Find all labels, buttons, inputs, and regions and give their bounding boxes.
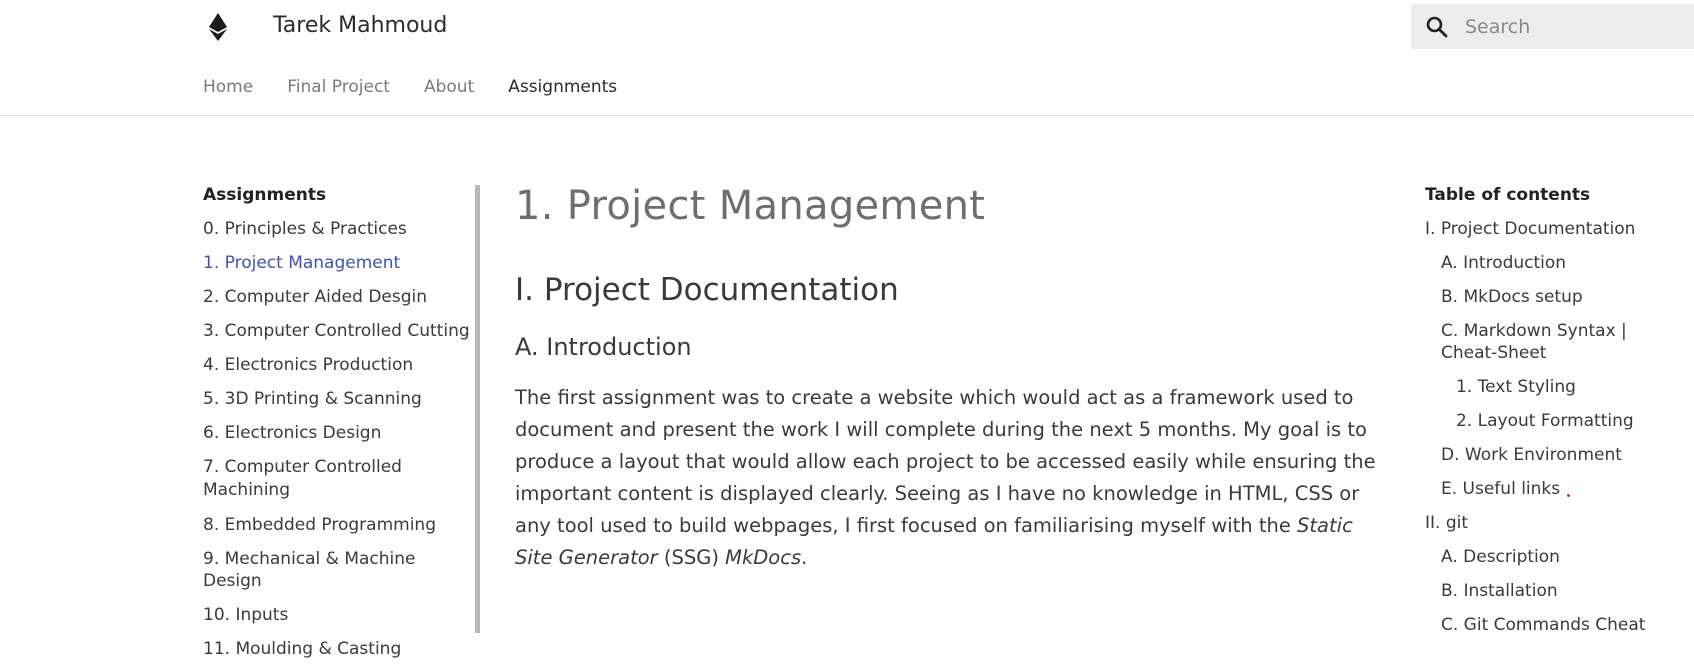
ethereum-icon[interactable] (205, 13, 231, 41)
toc-item-installation[interactable]: B. Installation (1425, 580, 1694, 602)
toc-item-markdown-syntax[interactable]: C. Markdown Syntax | Cheat-Sheet (1425, 320, 1655, 364)
toc-item-git[interactable]: II. git (1425, 512, 1694, 534)
tab-assignments[interactable]: Assignments (508, 76, 617, 98)
toc-item-work-environment[interactable]: D. Work Environment (1425, 444, 1694, 466)
search-box[interactable] (1411, 4, 1694, 49)
sidebar-item-moulding-casting[interactable]: 11. Moulding & Casting (203, 638, 473, 660)
sidebar-item-computer-controlled-machining[interactable]: 7. Computer Controlled Machining (203, 456, 433, 502)
paragraph-text: (SSG) (657, 546, 726, 569)
toc-heading: Table of contents (1425, 185, 1591, 205)
sidebar-item-principles-practices[interactable]: 0. Principles & Practices (203, 218, 473, 240)
sidebar-item-mechanical-machine-design[interactable]: 9. Mechanical & Machine Design (203, 548, 473, 592)
paragraph-text: . (801, 546, 808, 569)
sidebar-item-electronics-production[interactable]: 4. Electronics Production (203, 354, 473, 376)
cursor-dot (1567, 494, 1570, 497)
sidebar-item-computer-controlled-cutting[interactable]: 3. Computer Controlled Cutting (203, 320, 473, 342)
toc-item-project-documentation[interactable]: I. Project Documentation (1425, 218, 1694, 240)
toc-item-useful-links[interactable]: E. Useful links (1425, 478, 1694, 500)
tab-about[interactable]: About (424, 76, 474, 98)
table-of-contents: Table of contents I. Project Documentati… (1425, 184, 1694, 648)
toc-item-introduction[interactable]: A. Introduction (1425, 252, 1694, 274)
tab-home[interactable]: Home (203, 76, 253, 98)
sidebar-item-electronics-design[interactable]: 6. Electronics Design (203, 422, 473, 444)
sidebar-item-3d-printing-scanning[interactable]: 5. 3D Printing & Scanning (203, 388, 473, 410)
site-header: Tarek Mahmoud Home Final Project About A… (0, 0, 1694, 116)
search-input[interactable] (1465, 4, 1690, 49)
intro-paragraph: The first assignment was to create a web… (515, 382, 1385, 574)
page-title: 1. Project Management (515, 183, 986, 229)
section-heading: I. Project Documentation (515, 272, 899, 308)
toc-item-description[interactable]: A. Description (1425, 546, 1694, 568)
sidebar-item-inputs[interactable]: 10. Inputs (203, 604, 473, 626)
sidebar-scrollbar[interactable] (475, 185, 480, 633)
toc-item-layout-formatting[interactable]: 2. Layout Formatting (1425, 410, 1694, 432)
sidebar-nav: Assignments 0. Principles & Practices 1.… (203, 184, 473, 672)
toc-item-mkdocs-setup[interactable]: B. MkDocs setup (1425, 286, 1694, 308)
site-title[interactable]: Tarek Mahmoud (273, 11, 447, 41)
sidebar-item-computer-aided-design[interactable]: 2. Computer Aided Desgin (203, 286, 473, 308)
toc-item-text-styling[interactable]: 1. Text Styling (1425, 376, 1694, 398)
sidebar-heading: Assignments (203, 185, 327, 205)
tab-final-project[interactable]: Final Project (287, 76, 390, 98)
sidebar-item-project-management[interactable]: 1. Project Management (203, 252, 473, 274)
sidebar-item-embedded-programming[interactable]: 8. Embedded Programming (203, 514, 473, 536)
paragraph-text: The first assignment was to create a web… (515, 386, 1376, 537)
paragraph-emphasis-mkdocs: MkDocs (725, 546, 802, 569)
subsection-heading: A. Introduction (515, 333, 692, 361)
nav-tabs: Home Final Project About Assignments (203, 76, 651, 98)
main-content: 1. Project Management I. Project Documen… (515, 178, 1385, 574)
search-icon[interactable] (1425, 15, 1449, 39)
